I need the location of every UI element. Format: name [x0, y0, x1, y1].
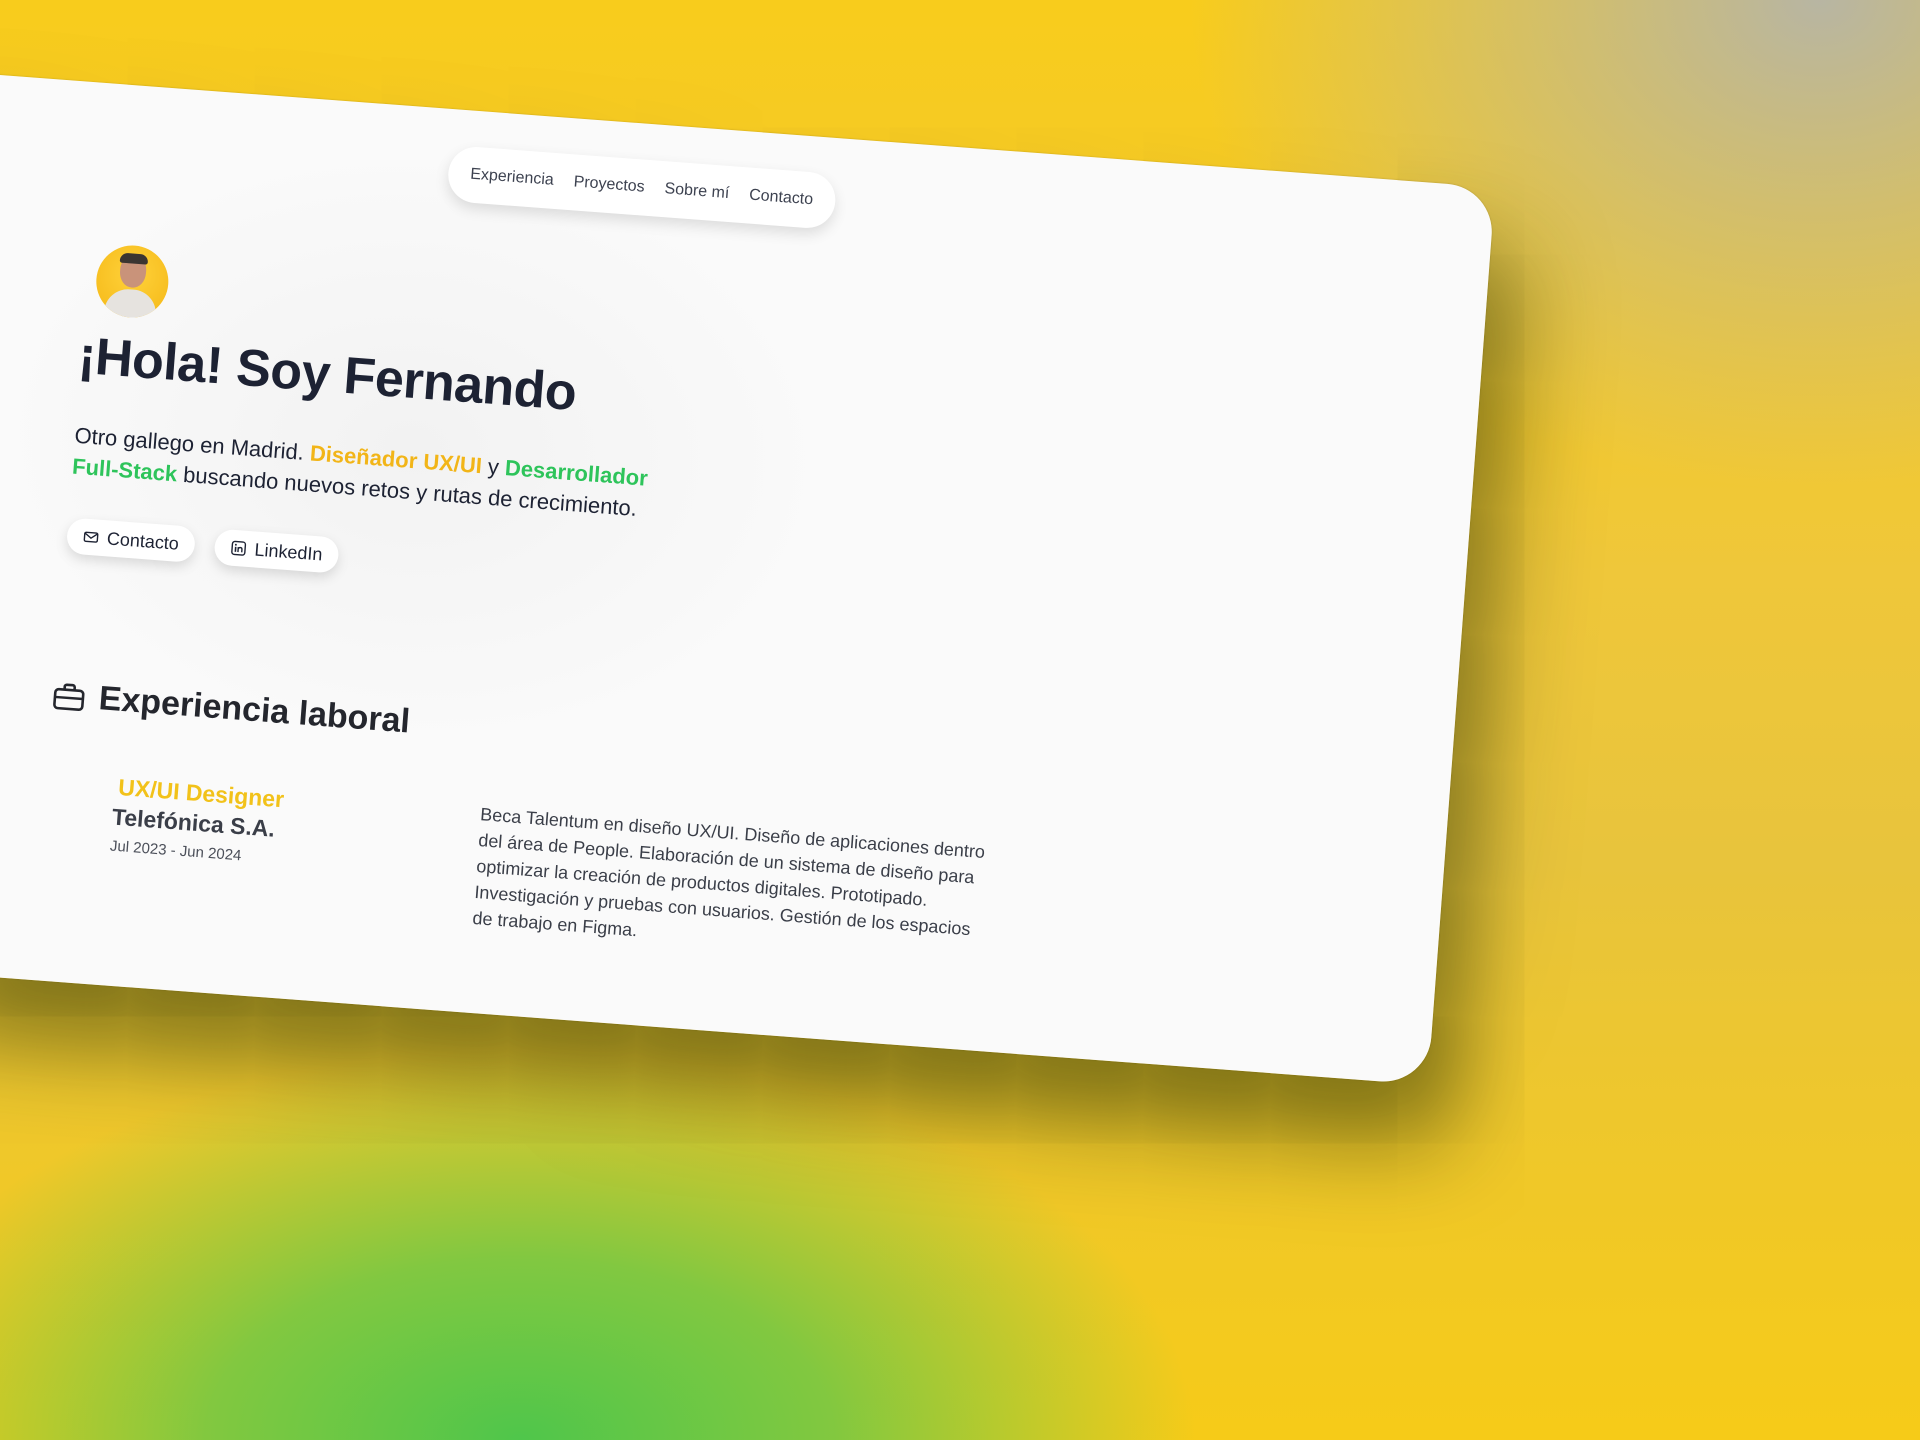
job-dates: Jul 2023 - Jun 2024 [109, 837, 242, 865]
top-nav: Experiencia Proyectos Sobre mí Contacto [446, 145, 838, 230]
nav-item-proyectos[interactable]: Proyectos [573, 173, 645, 196]
contact-button-label: Contacto [106, 527, 180, 554]
browser-page-card: Experiencia Proyectos Sobre mí Contacto … [0, 60, 1496, 1085]
briefcase-icon [53, 682, 85, 711]
linkedin-button-label: LinkedIn [253, 538, 324, 565]
hero-subtitle: Otro gallego en Madrid. Diseñador UX/UI … [71, 420, 684, 528]
linkedin-icon [231, 540, 247, 556]
avatar [93, 242, 171, 321]
nav-item-experiencia[interactable]: Experiencia [470, 166, 555, 190]
mail-icon [83, 531, 99, 543]
nav-item-sobre-mi[interactable]: Sobre mí [664, 180, 730, 203]
job-description: Beca Talentum en diseño UX/UI. Diseño de… [471, 804, 986, 941]
contact-button[interactable]: Contacto [65, 517, 197, 563]
nav-item-contacto[interactable]: Contacto [749, 187, 814, 210]
hero-subtitle-connector: y [480, 453, 507, 480]
experience-heading: Experiencia laboral [52, 676, 412, 742]
experience-title: Experiencia laboral [97, 679, 412, 741]
linkedin-button[interactable]: LinkedIn [213, 528, 340, 574]
background: Experiencia Proyectos Sobre mí Contacto … [0, 0, 1920, 1440]
hero-title: ¡Hola! Soy Fernando [76, 326, 579, 423]
